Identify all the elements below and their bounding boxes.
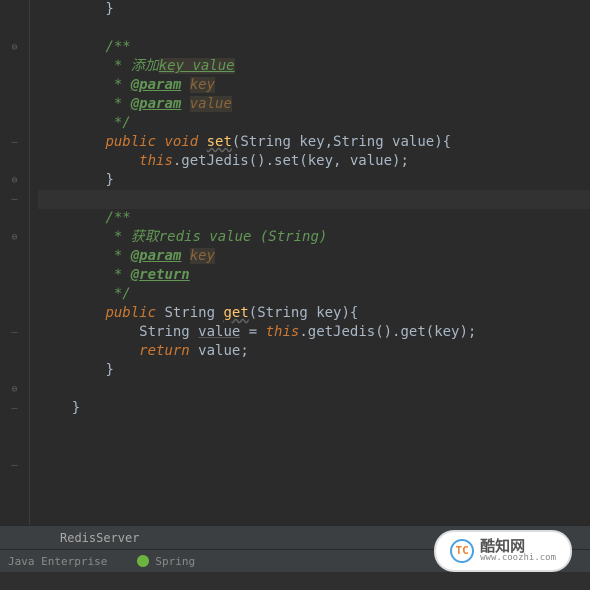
code-line: }: [38, 0, 590, 19]
editor-area: ⊖ — ⊖ — ⊖ — ⊖ — — } /** * 添加key value: [0, 0, 590, 525]
code-content[interactable]: } /** * 添加key value * @param key * @para…: [30, 0, 590, 525]
code-line: return value;: [38, 342, 590, 361]
fold-icon[interactable]: ⊖: [0, 380, 29, 399]
code-line: */: [38, 285, 590, 304]
gutter-dash-icon: —: [0, 133, 29, 152]
code-line: */: [38, 114, 590, 133]
watermark: TC 酷知网 www.coozhi.com: [436, 532, 570, 570]
code-line: public void set(String key,String value)…: [38, 133, 590, 152]
gutter-dash-icon: —: [0, 190, 29, 209]
code-line: * @param key: [38, 76, 590, 95]
watermark-cn: 酷知网: [480, 538, 556, 555]
gutter-dash-icon: —: [0, 456, 29, 475]
gutter-dash-icon: —: [0, 323, 29, 342]
caret-line: [38, 190, 590, 209]
watermark-en: www.coozhi.com: [480, 554, 556, 564]
code-line: [38, 380, 590, 399]
code-line: [38, 19, 590, 38]
code-line: }: [38, 171, 590, 190]
gutter: ⊖ — ⊖ — ⊖ — ⊖ — —: [0, 0, 30, 525]
code-line: }: [38, 361, 590, 380]
tool-spring-label: Spring: [155, 555, 195, 568]
code-line: * 获取redis value (String): [38, 228, 590, 247]
watermark-logo-icon: TC: [450, 539, 474, 563]
fold-icon[interactable]: ⊖: [0, 228, 29, 247]
code-line: String value = this.getJedis().get(key);: [38, 323, 590, 342]
status-bar: [0, 572, 590, 590]
code-line: * @return: [38, 266, 590, 285]
code-line: /**: [38, 38, 590, 57]
code-line: * @param key: [38, 247, 590, 266]
code-line: * @param value: [38, 95, 590, 114]
code-line: * 添加key value: [38, 57, 590, 76]
fold-icon[interactable]: ⊖: [0, 38, 29, 57]
code-line: /**: [38, 209, 590, 228]
code-line: public String get(String key){: [38, 304, 590, 323]
spring-icon: [137, 555, 149, 567]
code-line: }: [38, 399, 590, 418]
tool-spring[interactable]: Spring: [137, 555, 195, 568]
code-line: this.getJedis().set(key, value);: [38, 152, 590, 171]
fold-icon[interactable]: ⊖: [0, 171, 29, 190]
tool-java-enterprise[interactable]: Java Enterprise: [8, 555, 107, 568]
gutter-dash-icon: —: [0, 399, 29, 418]
breadcrumb-item[interactable]: RedisServer: [50, 531, 149, 545]
